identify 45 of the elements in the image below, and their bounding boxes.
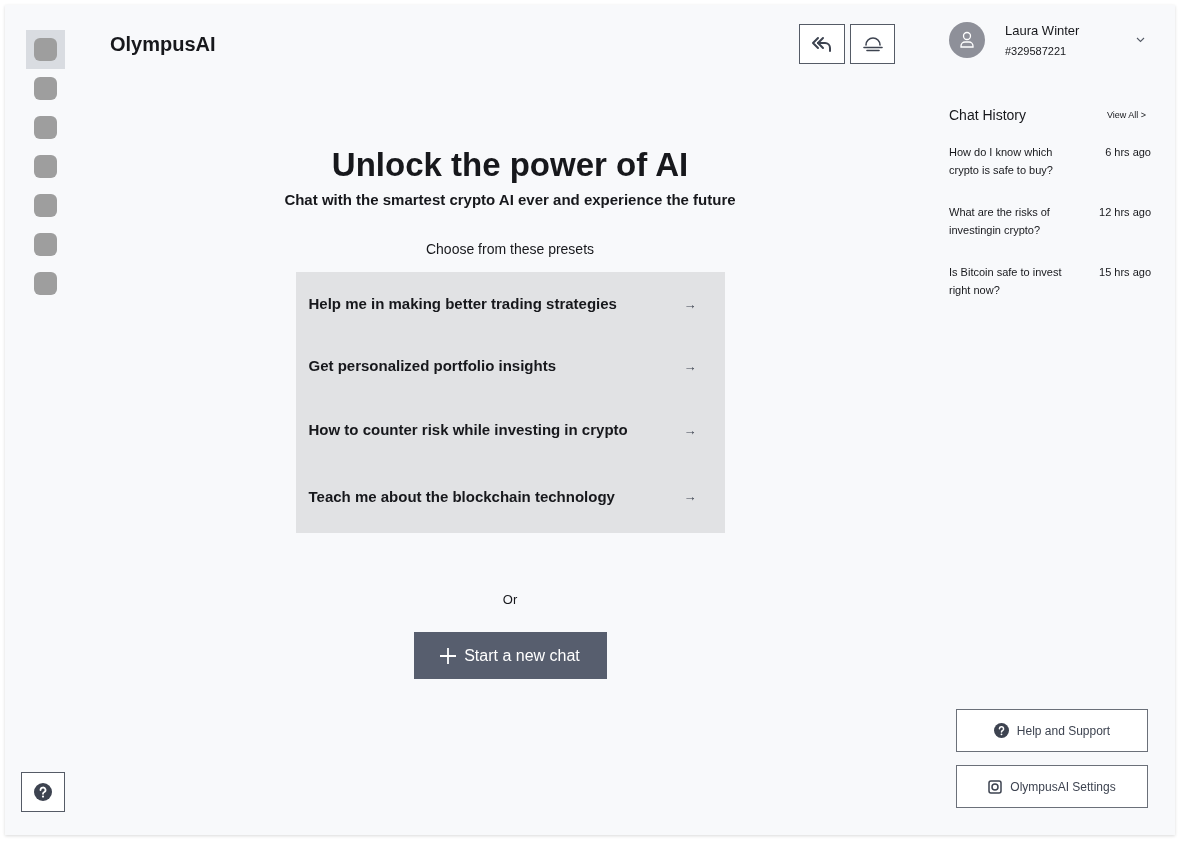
user-name: Laura Winter <box>1005 22 1080 40</box>
sidebar-icon <box>33 272 57 295</box>
user-id: #329587221 <box>1005 43 1068 59</box>
chat-history-item[interactable]: What are the risks of investingin crypto? <box>949 203 1069 239</box>
sidebar-icon <box>33 77 57 100</box>
sunset-icon <box>861 36 884 52</box>
arrow-icon: → <box>683 420 697 441</box>
chat-time: 12 hrs ago <box>1099 205 1151 220</box>
preset-option[interactable]: How to counter risk while investing in crypto <box>308 419 684 442</box>
square-circle-icon <box>988 779 1003 794</box>
or-text: Or <box>502 590 518 609</box>
view-all-link[interactable]: View All > <box>1106 108 1146 123</box>
help-support-button[interactable]: Help and Support <box>956 709 1148 752</box>
preset-option[interactable]: Help me in making better trading strategies <box>308 293 684 316</box>
sidebar-icon <box>33 116 57 139</box>
arrow-icon: → <box>683 356 697 377</box>
help-icon <box>34 783 52 801</box>
arrow-icon: → <box>683 487 697 507</box>
plus-icon <box>440 647 457 664</box>
sidebar-icon <box>33 155 57 178</box>
help-button[interactable] <box>21 772 65 812</box>
arrow-icon: → <box>683 294 697 315</box>
new-chat-button[interactable]: Start a new chat <box>413 632 607 679</box>
chat-history-title: Chat History <box>949 106 1027 125</box>
hero-subtitle: Chat with the smartest crypto AI ever and experience the future <box>284 190 736 210</box>
sidebar-icon <box>33 194 57 217</box>
app-logo: OlympusAI <box>110 32 216 57</box>
chat-history-item[interactable]: How do I know which crypto is safe to buy? <box>949 143 1069 179</box>
preset-option[interactable]: Get personalized portfolio insights <box>308 355 684 378</box>
hero-title: Unlock the power of AI <box>331 145 689 185</box>
sidebar-icon <box>33 38 57 61</box>
double-reply-icon <box>811 35 833 53</box>
avatar-icon <box>949 22 985 58</box>
reply-all-button[interactable] <box>799 24 845 64</box>
sidebar-item[interactable] <box>25 30 65 69</box>
sidebar-icon <box>33 233 57 256</box>
chevron-down-icon[interactable] <box>1136 37 1145 43</box>
sunset-button[interactable] <box>850 24 895 64</box>
chat-history-item[interactable]: Is Bitcoin safe to invest right now? <box>949 263 1069 299</box>
settings-button[interactable]: OlympusAI Settings <box>956 765 1148 808</box>
chat-time: 6 hrs ago <box>1105 145 1151 160</box>
preset-option[interactable]: Teach me about the blockchain technology <box>308 485 684 509</box>
presets-label: Choose from these presets <box>425 239 595 259</box>
help-icon <box>993 723 1009 738</box>
chat-time: 15 hrs ago <box>1099 265 1151 280</box>
